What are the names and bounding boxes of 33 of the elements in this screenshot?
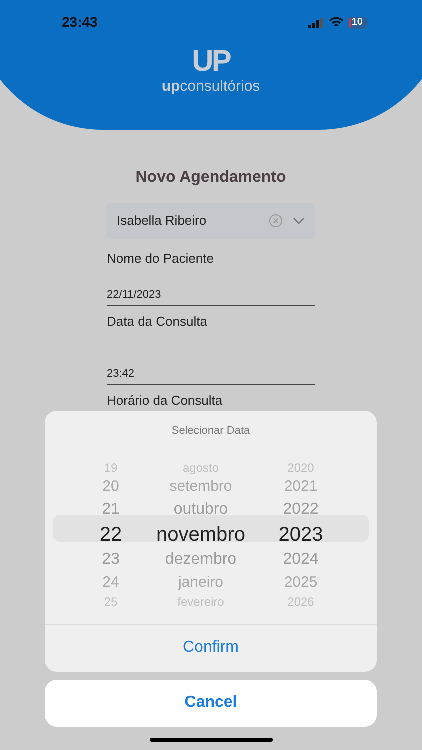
picker-title: Selecionar Data	[170, 424, 252, 439]
picker-option[interactable]: dezembro	[165, 552, 237, 568]
picker-option[interactable]: novembro	[156, 524, 246, 544]
picker-option[interactable]: 2022	[283, 502, 319, 518]
picker-option[interactable]: janeiro	[178, 575, 224, 590]
confirm-button[interactable]: Confirm	[45, 624, 377, 672]
clear-icon[interactable]	[269, 214, 283, 228]
picker-option[interactable]: 20	[102, 479, 120, 494]
picker-option[interactable]: 2021	[284, 479, 318, 494]
field-label: Nome do Paciente	[107, 250, 215, 268]
field-label: Horário da Consulta	[107, 392, 224, 410]
battery-level: 10	[350, 18, 364, 28]
picker-option[interactable]: 2025	[284, 575, 318, 590]
form-title: Novo Agendamento	[136, 168, 286, 188]
cancel-button[interactable]: Cancel	[45, 680, 377, 726]
picker-option[interactable]: 21	[102, 502, 120, 518]
picker-option[interactable]: 24	[102, 575, 120, 590]
picker-option[interactable]: 23	[102, 552, 120, 568]
chevron-down-icon[interactable]	[293, 217, 305, 225]
wifi-icon	[328, 17, 344, 28]
logo-mark: UP	[192, 47, 230, 77]
picker-option[interactable]: outubro	[174, 502, 228, 518]
picker-option[interactable]: 2024	[283, 552, 319, 568]
field-label: Data da Consulta	[107, 313, 208, 331]
picker-option[interactable]: 22	[100, 524, 122, 544]
text-input[interactable]: 22/11/2023	[107, 286, 315, 306]
status-time: 23:43	[62, 13, 98, 32]
picker-option[interactable]: 2023	[278, 524, 324, 544]
patient-select[interactable]: Isabella Ribeiro	[107, 203, 315, 239]
text-input[interactable]: 23:42	[107, 366, 315, 385]
signal-icon	[308, 18, 324, 28]
logo-wordmark: upconsultórios	[162, 79, 260, 94]
picker-option[interactable]: setembro	[170, 479, 232, 494]
